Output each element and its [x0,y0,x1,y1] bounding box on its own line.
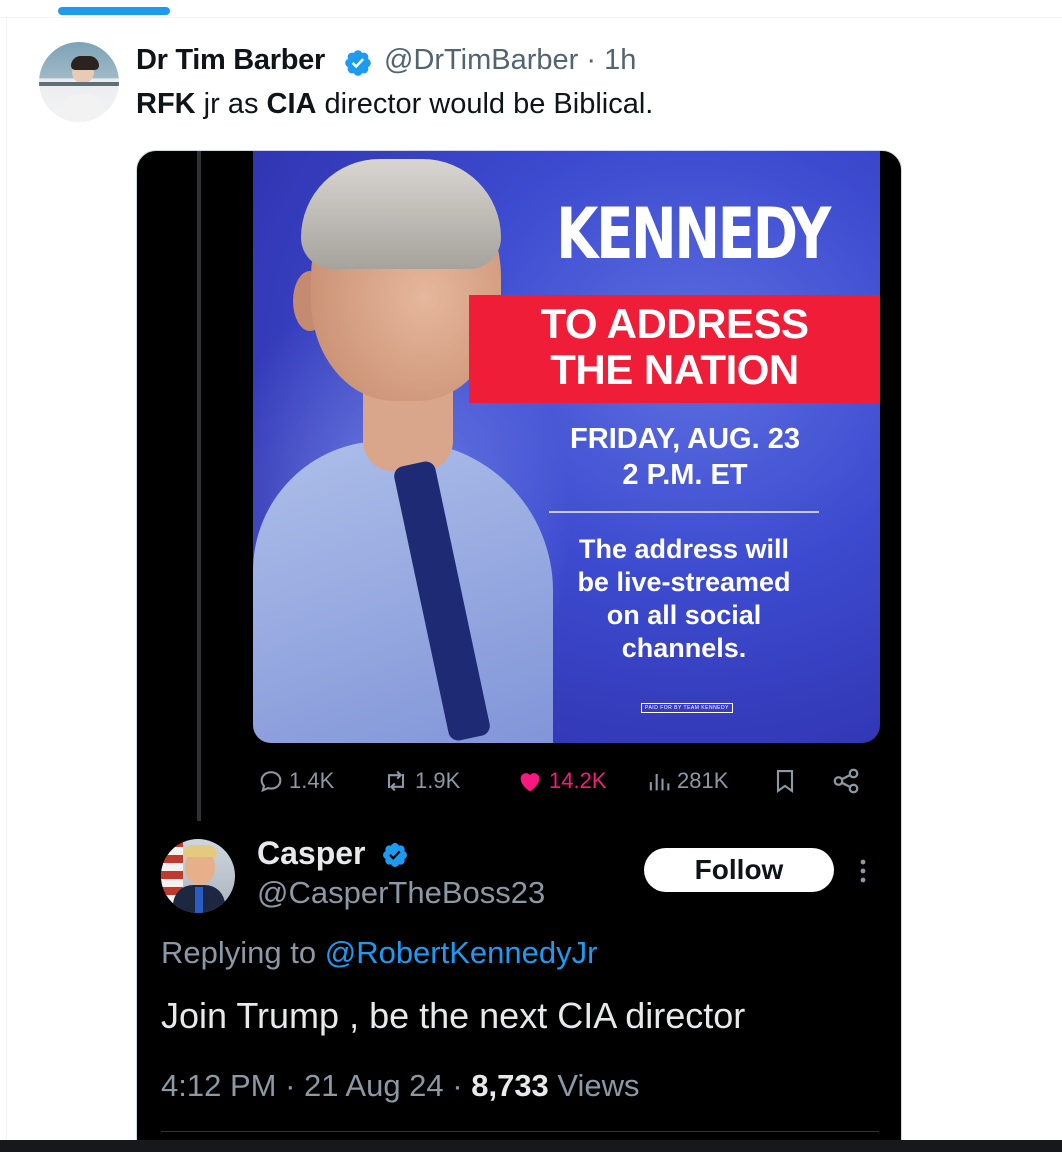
bookmark-button[interactable] [771,763,799,799]
divider [0,17,1062,18]
banner-line: THE NATION [550,346,799,393]
divider [161,1131,879,1132]
views-icon [649,774,670,791]
replying-prefix: Replying to [161,935,325,970]
date[interactable]: 21 Aug 24 [304,1068,444,1103]
reply-icon [260,771,282,793]
attached-image[interactable]: KENNEDY TO ADDRESS THE NATION FRIDAY, AUG… [136,150,902,1144]
separator: · [443,1068,472,1103]
author-name[interactable]: Casper [257,835,366,872]
text-bold: RFK [136,88,196,120]
avatar-body [61,94,105,122]
timestamp[interactable]: 4:12 PM [161,1068,276,1103]
share-button[interactable] [831,763,861,799]
avatar-hair [71,56,99,70]
share-icon [833,768,859,794]
author-name[interactable]: Dr Tim Barber [136,44,325,77]
mention-link[interactable]: @RobertKennedyJr [325,935,598,970]
poster-stream-note: The address will be live-streamed on all s… [529,533,839,665]
text-plain: jr as [195,88,267,120]
tweet-meta: 4:12 PM · 21 Aug 24 · 8,733 Views [161,1068,640,1104]
avatar-tie [195,887,203,913]
replying-to: Replying to @RobertKennedyJr [161,935,597,971]
poster-headline: KENNEDY [556,193,831,275]
stream-line: channels. [621,633,747,663]
avatar[interactable] [39,42,119,122]
thread-line [197,151,201,821]
verified-badge-icon [383,843,407,867]
views-button[interactable]: 281K [645,763,728,799]
author-handle[interactable]: @CasperTheBoss23 [257,875,545,911]
timestamp[interactable]: 1h [604,44,636,76]
verified-badge-icon [345,50,371,76]
reply-button[interactable]: 1.4K [257,763,334,799]
person-hair [301,159,501,269]
avatar-background [39,82,119,86]
banner-line: TO ADDRESS [540,300,809,347]
reply-count: 1.4K [289,768,335,793]
stream-line: be live-streamed [577,567,791,597]
stream-line: on all social [606,600,762,630]
repost-button[interactable]: 1.9K [381,763,460,799]
poster-banner-text: TO ADDRESS THE NATION [469,301,880,393]
follow-button[interactable]: Follow [644,848,834,892]
text-plain: director would be Biblical. [316,88,654,120]
divider [6,18,7,1148]
view-count: 8,733 [471,1068,549,1103]
repost-icon [387,770,405,792]
poster-separator [549,511,819,513]
separator: · [578,44,605,76]
bookmark-icon [776,770,794,793]
more-options-icon[interactable] [859,857,867,885]
avatar[interactable] [161,839,235,913]
text-bold: CIA [266,88,317,120]
author-handle[interactable]: @DrTimBarber [384,44,578,76]
time-line: 2 P.M. ET [622,459,748,491]
action-bar: 1.4K 1.9K 14.2K 281K [257,763,877,799]
repost-count: 1.9K [415,768,461,793]
tweet-text: RFK jr as CIA director would be Biblical… [136,88,653,121]
bottom-bar [0,1140,1062,1152]
views-label: Views [548,1068,640,1103]
heart-icon [520,773,540,792]
avatar-hair [183,845,217,857]
date-line: FRIDAY, AUG. 23 [570,423,800,455]
kennedy-poster: KENNEDY TO ADDRESS THE NATION FRIDAY, AUG… [253,151,880,743]
reply-text: Join Trump , be the next CIA director [161,995,746,1036]
stream-line: The address will [578,534,790,564]
like-button[interactable]: 14.2K [515,763,607,799]
author-handle-and-time[interactable]: @DrTimBarber · 1h [384,44,636,77]
views-count: 281K [677,768,729,793]
poster-disclaimer: PAID FOR BY TEAM KENNEDY [641,703,733,713]
active-tab-indicator [58,7,170,15]
like-count: 14.2K [549,768,607,793]
separator: · [276,1068,305,1103]
poster-date: FRIDAY, AUG. 23 2 P.M. ET [505,421,865,493]
